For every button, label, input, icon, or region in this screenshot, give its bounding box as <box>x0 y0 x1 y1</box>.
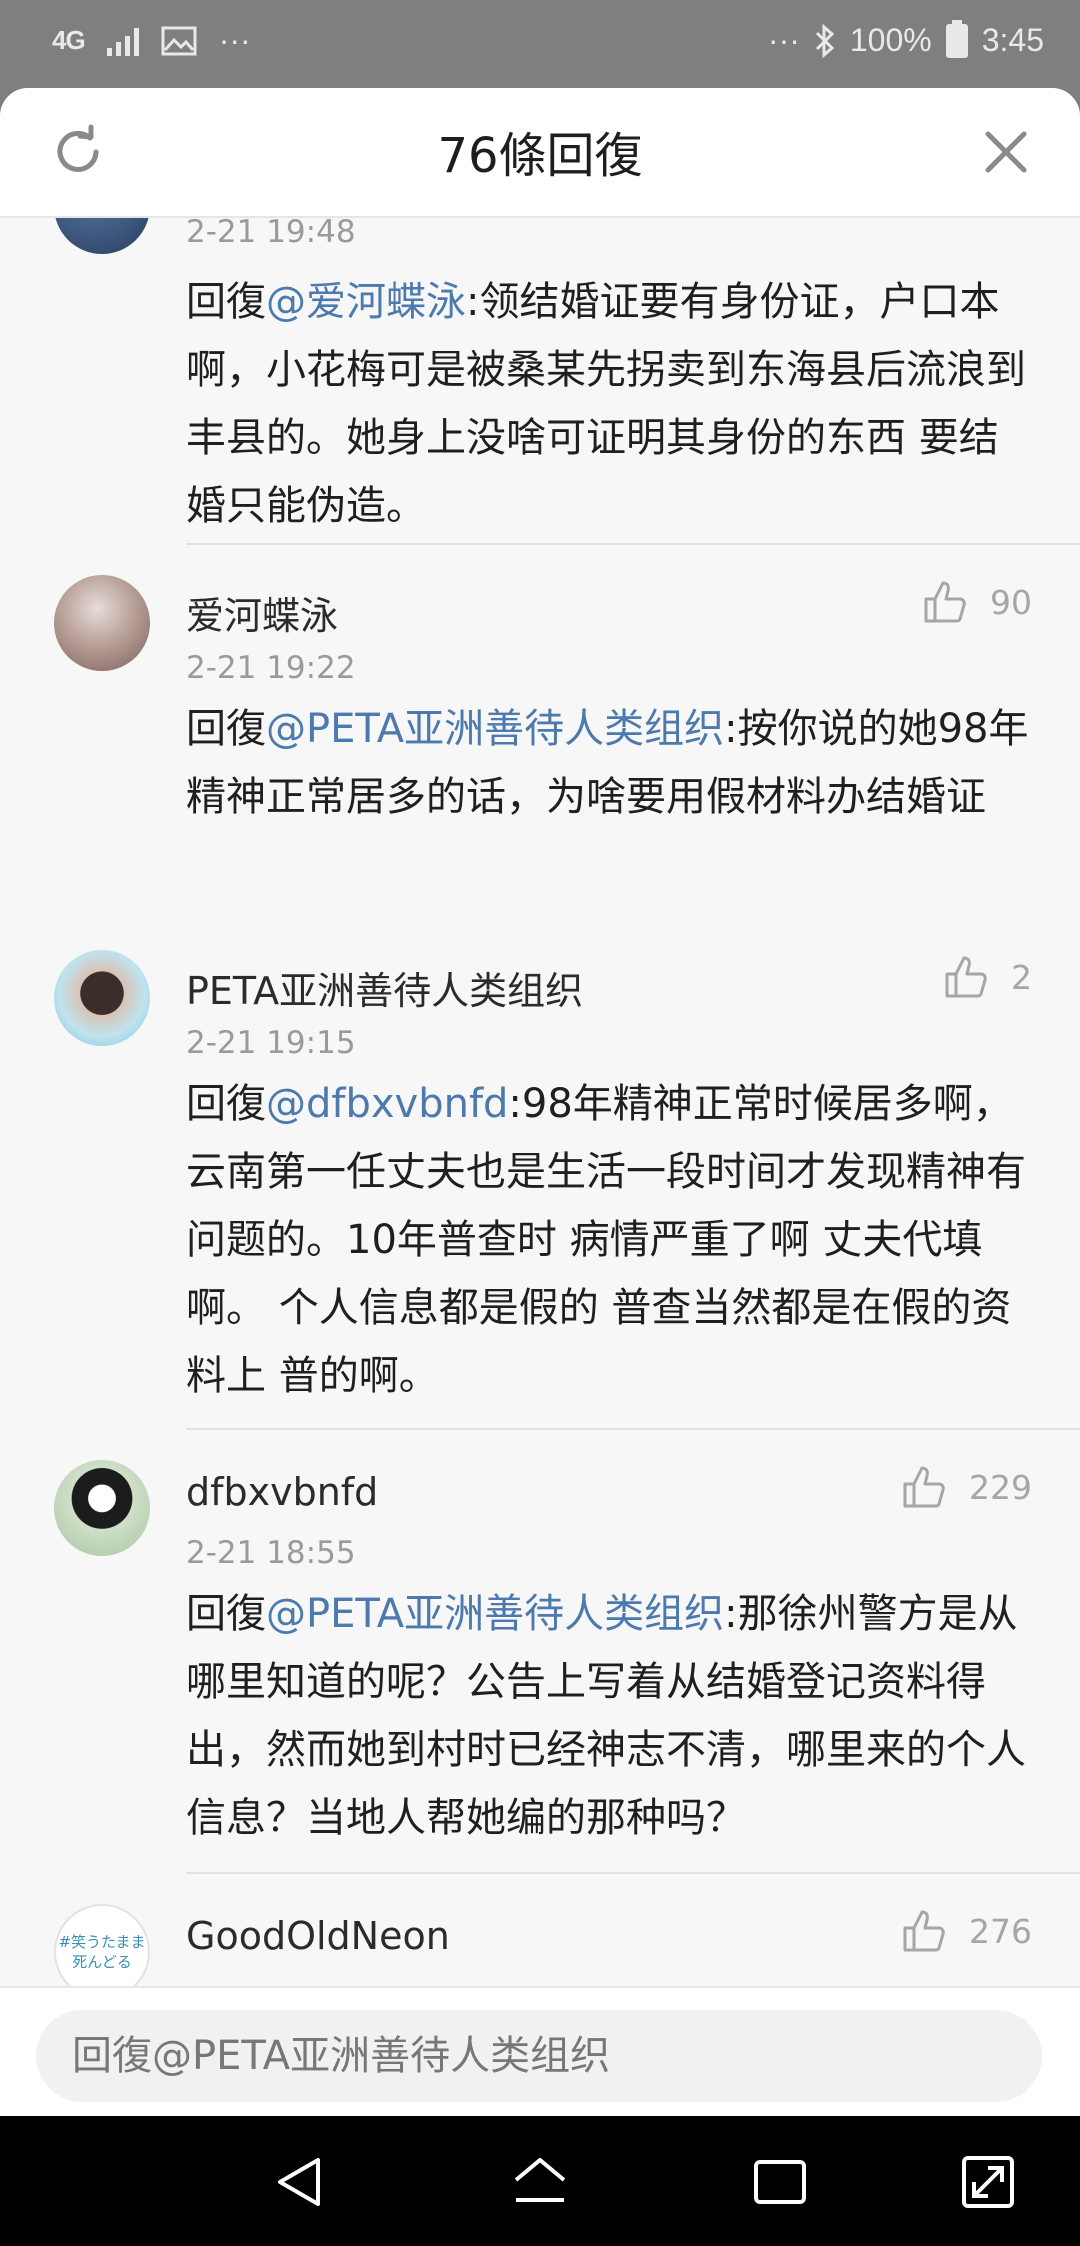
comment-item: dfbxvbnfd 2-21 18:55 229 回復@PETA亚洲善待人类组织… <box>0 1430 1080 1874</box>
back-icon[interactable] <box>270 2152 330 2212</box>
comment-body: 回復@PETA亚洲善待人类组织:按你说的她98年精神正常居多的话，为啥要用假材料… <box>186 706 1029 820</box>
image-notification-icon <box>161 26 197 55</box>
sheet-header: 76條回復 <box>0 88 1080 218</box>
reply-bar: 回復@PETA亚洲善待人类组织 <box>0 1986 1080 2116</box>
more-status-icon: ··· <box>767 22 800 58</box>
home-icon[interactable] <box>510 2152 570 2212</box>
like-button[interactable]: 276 <box>901 1908 1032 1954</box>
status-bar: 4G ··· ··· 100% 3:45 <box>0 0 1080 88</box>
comment-item: #笑うたまま 死んどる GoodOldNeon 276 <box>0 1874 1080 1986</box>
comment-body: 回復@爱河蝶泳:领结婚证要有身份证，户口本啊，小花梅可是被桑某先拐卖到东海县后流… <box>186 279 1026 529</box>
battery-icon <box>945 19 968 58</box>
comment-item: 2-21 19:48 回復@爱河蝶泳:领结婚证要有身份证，户口本啊，小花梅可是被… <box>0 218 1080 548</box>
navigation-bar <box>0 2116 1080 2246</box>
page-title: 76條回復 <box>437 128 643 184</box>
recent-apps-icon[interactable] <box>750 2152 810 2212</box>
mention-link[interactable]: @爱河蝶泳 <box>266 279 466 325</box>
bluetooth-icon <box>815 23 835 58</box>
mention-link[interactable]: @PETA亚洲善待人类组织 <box>266 706 724 752</box>
thumbs-up-icon <box>903 1466 945 1508</box>
comment-time: 2-21 18:55 <box>186 1535 356 1571</box>
expand-icon[interactable] <box>958 2152 1018 2212</box>
mention-link[interactable]: @dfbxvbnfd <box>266 1081 508 1127</box>
avatar[interactable] <box>54 575 150 671</box>
comment-item: 爱河蝶泳 2-21 19:22 90 回復@PETA亚洲善待人类组织:按你说的她… <box>0 545 1080 920</box>
thumbs-up-icon <box>945 956 987 998</box>
reply-input[interactable]: 回復@PETA亚洲善待人类组织 <box>36 2010 1042 2102</box>
avatar[interactable] <box>54 218 150 254</box>
like-count: 229 <box>969 1467 1032 1507</box>
like-button[interactable]: 90 <box>922 579 1032 625</box>
comment-time: 2-21 19:22 <box>186 650 356 686</box>
like-button[interactable]: 2 <box>943 954 1032 1000</box>
battery-percent: 100% <box>849 22 932 58</box>
mention-link[interactable]: @PETA亚洲善待人类组织 <box>266 1591 724 1637</box>
like-count: 276 <box>969 1911 1032 1951</box>
avatar[interactable] <box>54 1460 150 1556</box>
avatar[interactable] <box>54 950 150 1046</box>
avatar[interactable]: #笑うたまま 死んどる <box>54 1904 150 1986</box>
like-count: 2 <box>1011 957 1032 997</box>
comment-author: PETA亚洲善待人类组织 <box>186 969 584 1013</box>
like-count: 90 <box>990 582 1032 622</box>
thumbs-up-icon <box>924 581 966 623</box>
comment-time: 2-21 19:48 <box>186 218 356 250</box>
comment-author: GoodOldNeon <box>186 1914 450 1958</box>
comment-author: dfbxvbnfd <box>186 1470 379 1514</box>
signal-icon <box>106 26 139 56</box>
comment-author: 爱河蝶泳 <box>186 594 339 638</box>
network-type: 4G <box>52 25 86 55</box>
comment-time: 2-21 19:15 <box>186 1025 356 1061</box>
comment-body: 回復@dfbxvbnfd:98年精神正常时候居多啊，云南第一任丈夫也是生活一段时… <box>186 1081 1026 1399</box>
like-button[interactable]: 229 <box>901 1464 1032 1510</box>
comment-item: PETA亚洲善待人类组织 2-21 19:15 2 回復@dfbxvbnfd:9… <box>0 920 1080 1430</box>
replies-sheet: 76條回復 2-21 19:48 回復@爱河蝶泳:领结婚证要有身份证，户口本啊，… <box>0 88 1080 2116</box>
close-icon[interactable] <box>982 128 1030 176</box>
comment-list: 2-21 19:48 回復@爱河蝶泳:领结婚证要有身份证，户口本啊，小花梅可是被… <box>0 218 1080 1986</box>
thumbs-up-icon <box>903 1910 945 1952</box>
comment-body: 回復@PETA亚洲善待人类组织:那徐州警方是从哪里知道的呢？公告上写着从结婚登记… <box>186 1591 1026 1841</box>
more-notifications-icon: ··· <box>218 22 251 58</box>
clock: 3:45 <box>981 22 1044 58</box>
